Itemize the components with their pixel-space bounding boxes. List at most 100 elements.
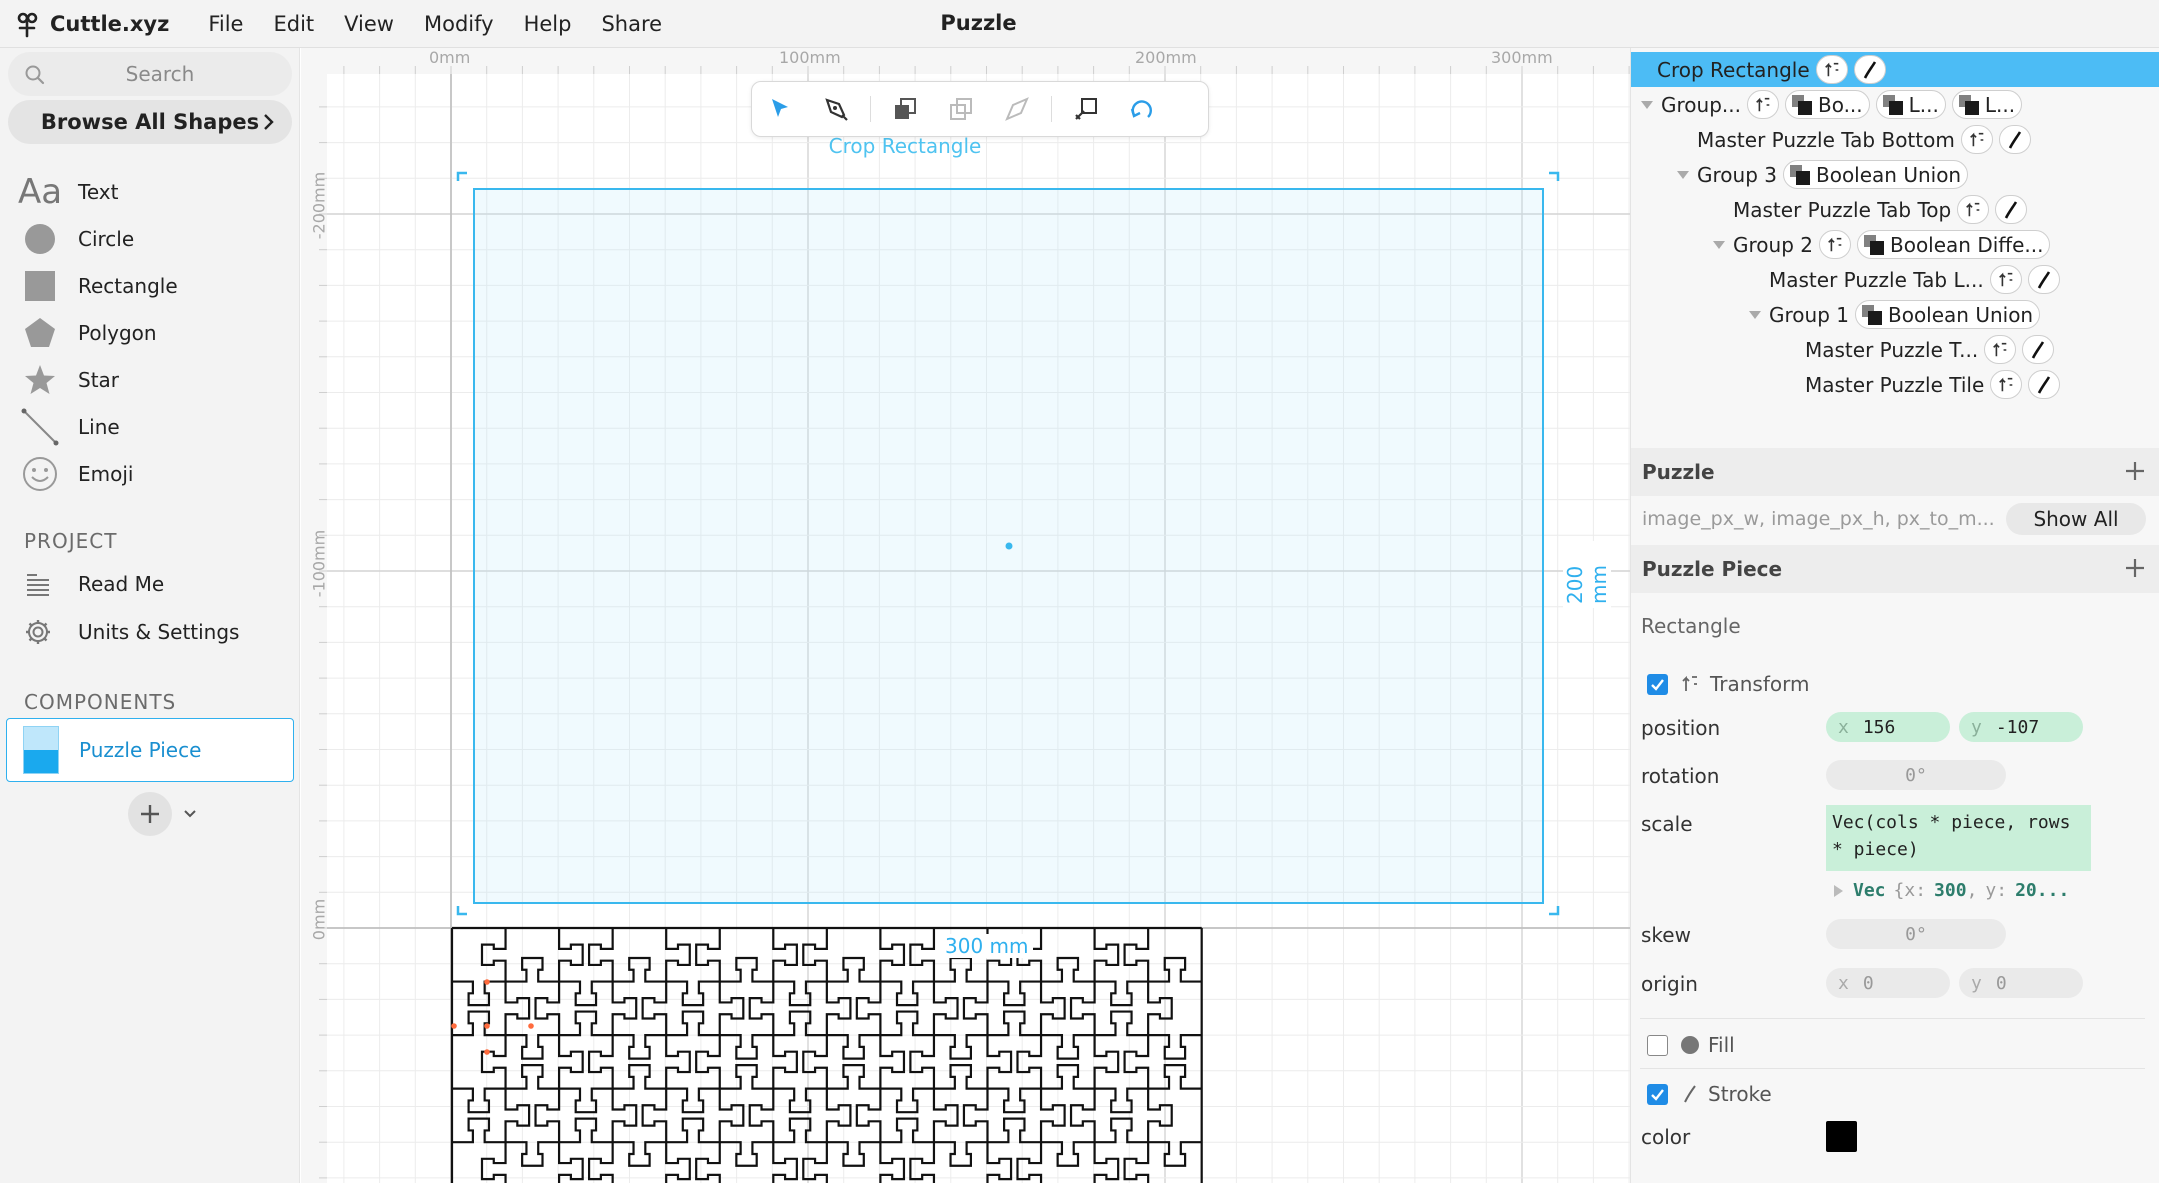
outline-row[interactable]: Master Puzzle Tab Top — [1631, 192, 2159, 227]
boolean-modifier-pill[interactable]: L... — [1875, 90, 1946, 119]
transform-pill-icon[interactable] — [1957, 195, 1990, 224]
outline-row[interactable]: Group 2 Boolean Diffe... — [1631, 227, 2159, 262]
pen-tool[interactable] — [808, 81, 864, 137]
transform-pill-icon[interactable] — [1960, 125, 1993, 154]
transform-pill-icon[interactable] — [1989, 265, 2022, 294]
expand-triangle-icon[interactable] — [1711, 237, 1727, 253]
stroke-pill-icon[interactable] — [1998, 125, 2031, 154]
app-logo[interactable]: Cuttle.xyz — [12, 9, 169, 39]
stroke-toggle[interactable]: Stroke — [1647, 1082, 1772, 1106]
shape-polygon[interactable]: Polygon — [0, 310, 300, 356]
shape-emoji[interactable]: Emoji — [0, 451, 300, 497]
menu-help[interactable]: Help — [509, 12, 587, 36]
show-all-button[interactable]: Show All — [2006, 503, 2146, 535]
boolean-modifier-pill[interactable]: Boolean Union — [1854, 300, 2041, 329]
boolean-modifier-pill[interactable]: Boolean Union — [1782, 160, 1969, 189]
tool-palette — [751, 81, 1209, 137]
shape-text[interactable]: Aa Text — [0, 169, 300, 215]
plus-icon — [141, 805, 159, 823]
toolbar-separator — [870, 96, 871, 122]
transform-pill-icon[interactable] — [1990, 370, 2023, 399]
scale-expression-field[interactable]: Vec(cols * piece, rows * piece) — [1826, 805, 2091, 871]
fill-checkbox[interactable] — [1647, 1034, 1668, 1056]
outline-row[interactable]: Crop Rectangle — [1631, 52, 2159, 87]
origin-y-field[interactable]: y0 — [1959, 968, 2083, 998]
outline-row-content: Master Puzzle Tab L... — [1769, 265, 2060, 294]
transform-checkbox[interactable] — [1647, 673, 1668, 695]
stroke-pill-icon[interactable] — [2022, 335, 2055, 364]
puzzle-piece-header[interactable]: Puzzle Piece — [1631, 545, 2159, 593]
outline-row[interactable]: Master Puzzle Tab L... — [1631, 262, 2159, 297]
stroke-pill-icon[interactable] — [2027, 265, 2060, 294]
puzzle-params-title: Puzzle — [1642, 460, 1715, 484]
document-title[interactable]: Puzzle — [940, 11, 1016, 35]
outline-row[interactable]: Master Puzzle T... — [1631, 332, 2159, 367]
select-tool[interactable] — [752, 81, 808, 137]
project-item-readme[interactable]: Read Me — [0, 562, 300, 606]
project-item-units-settings[interactable]: Units & Settings — [0, 610, 300, 654]
menu-modify[interactable]: Modify — [409, 12, 509, 36]
menu-view[interactable]: View — [329, 12, 409, 36]
project-heading: PROJECT — [24, 529, 118, 553]
boolean-icon — [1789, 164, 1810, 185]
puzzle-params-header[interactable]: Puzzle — [1631, 448, 2159, 496]
menu-edit[interactable]: Edit — [258, 12, 329, 36]
expand-triangle-icon[interactable] — [1747, 307, 1763, 323]
transform-pill-icon[interactable] — [1815, 55, 1848, 84]
plus-icon[interactable] — [2124, 460, 2146, 482]
transform-toggle[interactable]: Transform — [1647, 672, 1809, 696]
browse-all-shapes-button[interactable]: Browse All Shapes — [8, 100, 292, 144]
origin-x-field[interactable]: x0 — [1826, 968, 1950, 998]
transform-pill-icon[interactable] — [1746, 90, 1779, 119]
expand-triangle-icon[interactable] — [1639, 97, 1655, 113]
shape-star[interactable]: Star — [0, 357, 300, 403]
puzzle-piece-title: Puzzle Piece — [1642, 557, 1783, 581]
menu-file[interactable]: File — [193, 12, 258, 36]
rotate-tool[interactable] — [1114, 81, 1170, 137]
bring-forward-tool[interactable] — [877, 81, 933, 137]
shape-rectangle[interactable]: Rectangle — [0, 263, 300, 309]
fill-toggle[interactable]: Fill — [1647, 1033, 1735, 1057]
scale-vector-preview[interactable]: Vec { x: 300 , y: 20... — [1831, 880, 2069, 901]
puzzle-params-list[interactable]: image_px_w, image_px_h, px_to_m... — [1642, 508, 1995, 530]
expand-triangle-icon[interactable] — [1675, 167, 1691, 183]
menu-share[interactable]: Share — [586, 12, 677, 36]
check-icon — [1651, 1088, 1664, 1101]
plus-icon[interactable] — [2124, 557, 2146, 579]
stroke-pill-icon[interactable] — [1995, 195, 2028, 224]
chevron-down-icon[interactable] — [182, 806, 198, 822]
rotation-field[interactable]: 0° — [1826, 760, 2006, 790]
send-backward-tool[interactable] — [989, 81, 1045, 137]
boolean-modifier-label: Bo... — [1817, 92, 1863, 117]
canvas[interactable]: 0mm 100mm 200mm 300mm -200mm -100mm 0mm … — [301, 48, 1630, 1183]
stroke-pill-icon[interactable] — [2028, 370, 2061, 399]
position-x-field[interactable]: x 156 — [1826, 712, 1950, 742]
outline-row[interactable]: Group 3 Boolean Union — [1631, 157, 2159, 192]
outline-row[interactable]: Master Puzzle Tab Bottom — [1631, 122, 2159, 157]
transform-pill-icon[interactable] — [1818, 230, 1851, 259]
shape-circle[interactable]: Circle — [0, 216, 300, 262]
outline-row[interactable]: Group 1 Boolean Union — [1631, 297, 2159, 332]
outline-row[interactable]: Master Puzzle Tile — [1631, 367, 2159, 402]
stroke-color-swatch[interactable] — [1826, 1121, 1857, 1152]
stroke-pill-icon[interactable] — [1853, 55, 1886, 84]
component-puzzle-piece[interactable]: Puzzle Piece — [6, 718, 294, 782]
outline-row[interactable]: Group... Bo... L... L... — [1631, 87, 2159, 122]
outline-row-content: Crop Rectangle — [1657, 55, 1886, 84]
search-box[interactable]: Search — [8, 52, 292, 96]
boolean-modifier-pill[interactable]: L... — [1951, 90, 2023, 119]
duplicate-tool[interactable] — [933, 81, 989, 137]
shape-line[interactable]: Line — [0, 404, 300, 450]
transform-pill-icon[interactable] — [1984, 335, 2017, 364]
outline-row-content: Group 2 Boolean Diffe... — [1711, 230, 2051, 259]
boolean-modifier-pill[interactable]: Boolean Diffe... — [1856, 230, 2051, 259]
boolean-modifier-pill[interactable]: Bo... — [1784, 90, 1870, 119]
boolean-icon — [1861, 304, 1882, 325]
search-input[interactable]: Search — [8, 62, 292, 86]
rotation-label: rotation — [1641, 764, 1720, 788]
boolean-tool[interactable] — [1058, 81, 1114, 137]
stroke-checkbox[interactable] — [1647, 1083, 1668, 1105]
position-y-field[interactable]: y -107 — [1959, 712, 2083, 742]
skew-field[interactable]: 0° — [1826, 919, 2006, 949]
add-component-button[interactable] — [128, 792, 172, 836]
